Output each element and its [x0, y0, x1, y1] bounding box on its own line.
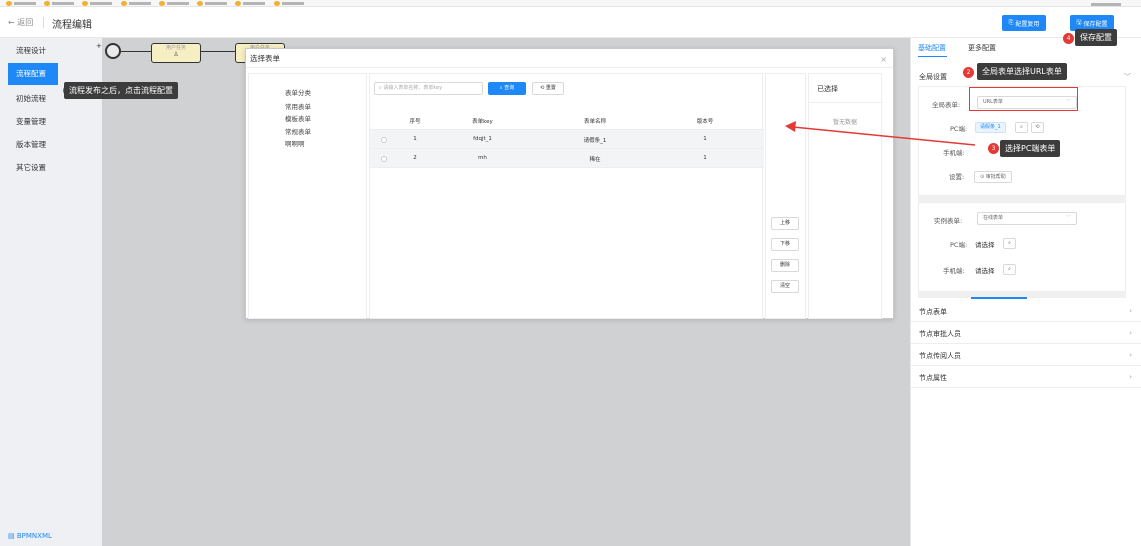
annotation-arrow	[785, 121, 976, 146]
